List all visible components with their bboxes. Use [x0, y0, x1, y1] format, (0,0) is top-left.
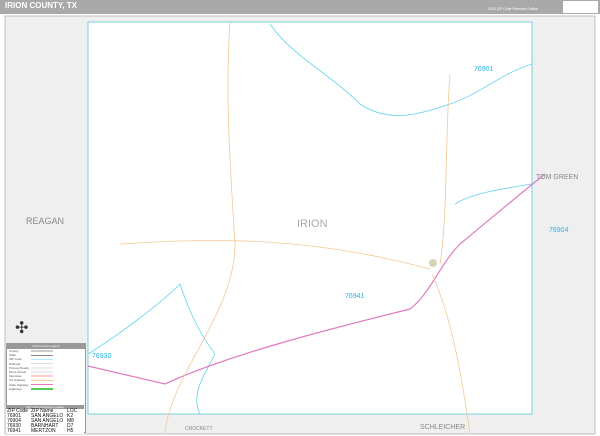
neighbor-label-south-west: CROCKETT — [185, 426, 213, 432]
compass-rose-icon: ✣ — [15, 320, 29, 337]
neighbor-label-west: REAGAN — [26, 216, 65, 226]
zip-label: 76941 — [345, 293, 365, 300]
neighbor-label-south-east: SCHLEICHER — [420, 424, 466, 431]
zip-table: ZIP Code Reference Locator ZIP Code ZIP N… — [6, 405, 84, 434]
neighbor-label-east: TOM GREEN — [536, 174, 579, 181]
zip-label: 76904 — [549, 227, 569, 234]
logo — [563, 1, 598, 13]
county-label: IRION — [297, 218, 328, 230]
edition-label: 2020 ZIP Code Premium Edition — [488, 7, 539, 11]
map-title: IRION COUNTY, TX — [5, 1, 78, 10]
header: IRION COUNTY, TX 2020 ZIP Code Premium E… — [0, 0, 600, 14]
legend-item: Highways — [9, 386, 23, 391]
zip-label: 76930 — [92, 353, 112, 360]
zip-label: 76901 — [474, 66, 494, 73]
table-row: 76941 MERTZON H5 — [7, 428, 74, 434]
